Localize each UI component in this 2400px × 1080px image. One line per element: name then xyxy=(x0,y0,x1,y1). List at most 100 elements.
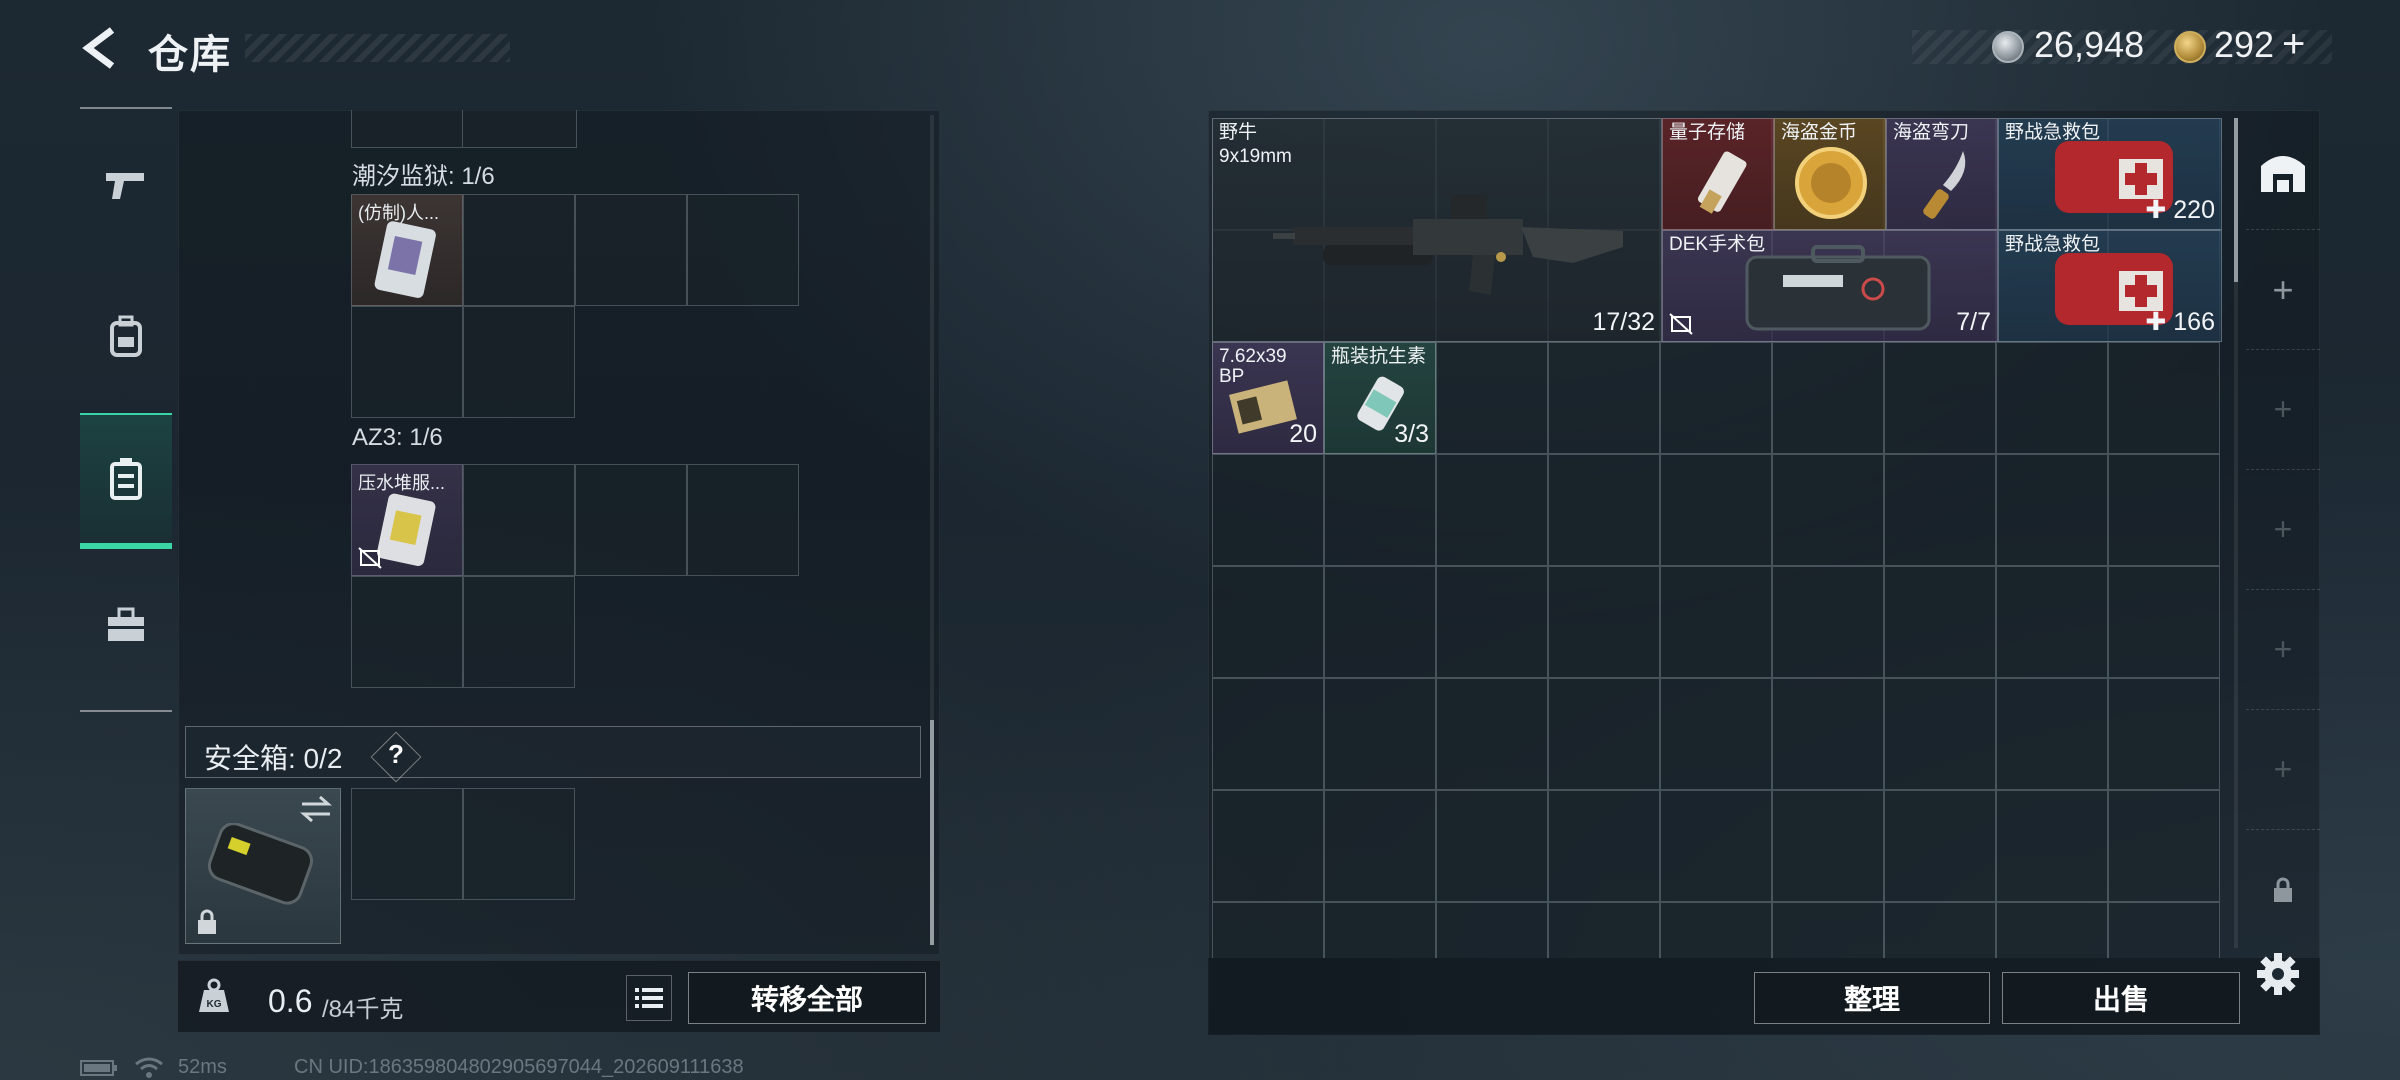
stash-grid-slot[interactable] xyxy=(1884,342,1996,454)
stash-tab-locked[interactable] xyxy=(2246,830,2320,950)
weight-icon: KG xyxy=(199,978,229,1012)
stash-grid-slot[interactable] xyxy=(1548,566,1660,678)
stash-item-rifle[interactable]: 野牛 9x19mm 17/32 xyxy=(1212,118,1662,342)
stash-tab-add[interactable]: + xyxy=(2246,350,2320,470)
grid-slot[interactable] xyxy=(463,464,575,576)
stash-grid-slot[interactable] xyxy=(1996,454,2108,566)
stash-grid-slot[interactable] xyxy=(1324,454,1436,566)
stash-item-antibiotics[interactable]: 瓶装抗生素 3/3 xyxy=(1324,342,1436,454)
stash-grid-slot[interactable] xyxy=(1436,678,1548,790)
stash-grid-slot[interactable] xyxy=(1772,790,1884,902)
transfer-all-button[interactable]: 转移全部 xyxy=(688,972,926,1024)
stash-grid-slot[interactable] xyxy=(1548,790,1660,902)
stash-item-pirate-knife[interactable]: 海盗弯刀 xyxy=(1886,118,1998,230)
grid-slot[interactable] xyxy=(351,110,463,148)
stash-tab-add[interactable]: + xyxy=(2246,590,2320,710)
stash-tab-add[interactable]: + xyxy=(2246,710,2320,830)
nav-weapons[interactable] xyxy=(80,129,172,241)
stash-grid-slot[interactable] xyxy=(1772,902,1884,958)
stash-grid-slot[interactable] xyxy=(1996,790,2108,902)
stash-grid-slot[interactable] xyxy=(2108,342,2220,454)
container-item[interactable]: (仿制)人... xyxy=(351,194,463,306)
stash-scrollbar-thumb[interactable] xyxy=(2234,118,2238,282)
stash-grid-slot[interactable] xyxy=(1436,902,1548,958)
stash-grid-slot[interactable] xyxy=(1996,566,2108,678)
stash-grid-slot[interactable] xyxy=(1772,566,1884,678)
stash-item-first-aid-kit[interactable]: 野战急救包 ✚ 220 xyxy=(1998,118,2222,230)
grid-slot[interactable] xyxy=(351,576,463,688)
grid-slot[interactable] xyxy=(687,194,799,306)
safebox-slot[interactable] xyxy=(351,788,463,900)
stash-grid-slot[interactable] xyxy=(2108,454,2220,566)
container-item[interactable]: 压水堆服... xyxy=(351,464,463,576)
stash-grid-slot[interactable] xyxy=(1212,790,1324,902)
stash-grid-slot[interactable] xyxy=(2108,566,2220,678)
stash-grid-slot[interactable] xyxy=(1660,342,1772,454)
stash-grid-slot[interactable] xyxy=(1884,454,1996,566)
stash-grid-slot[interactable] xyxy=(1212,454,1324,566)
stash-grid-slot[interactable] xyxy=(1548,454,1660,566)
stash-item-first-aid-kit[interactable]: 野战急救包 ✚ 166 xyxy=(1998,230,2222,342)
stash-grid-slot[interactable] xyxy=(2108,678,2220,790)
nav-chest-rig[interactable] xyxy=(80,413,172,549)
stash-item-ammo[interactable]: 7.62x39 BP 20 xyxy=(1212,342,1324,454)
add-currency-button[interactable]: + xyxy=(2282,22,2305,67)
list-view-button[interactable] xyxy=(626,975,672,1021)
stash-grid-slot[interactable] xyxy=(1772,678,1884,790)
gear-icon[interactable] xyxy=(2256,952,2300,996)
stash-tab-main[interactable] xyxy=(2246,110,2320,230)
grid-slot[interactable] xyxy=(351,306,463,418)
stash-grid-slot[interactable] xyxy=(1548,678,1660,790)
stash-grid-slot[interactable] xyxy=(1436,454,1548,566)
stash-grid-slot[interactable] xyxy=(1884,790,1996,902)
stash-grid-slot[interactable] xyxy=(1212,678,1324,790)
swap-icon[interactable] xyxy=(300,795,332,823)
grid-slot[interactable] xyxy=(463,576,575,688)
stash-grid-slot[interactable] xyxy=(1772,454,1884,566)
stash-grid-slot[interactable] xyxy=(1324,566,1436,678)
back-arrow-icon[interactable] xyxy=(78,26,122,70)
stash-grid-slot[interactable] xyxy=(1660,566,1772,678)
organize-button[interactable]: 整理 xyxy=(1754,972,1990,1024)
stash-grid-slot[interactable] xyxy=(1436,342,1548,454)
safebox-slot[interactable] xyxy=(463,788,575,900)
stash-grid-slot[interactable] xyxy=(1884,566,1996,678)
grid-slot[interactable] xyxy=(687,464,799,576)
stash-grid-slot[interactable] xyxy=(2108,902,2220,958)
stash-grid-slot[interactable] xyxy=(1660,790,1772,902)
stash-grid-slot[interactable] xyxy=(1996,342,2108,454)
nav-backpack[interactable] xyxy=(80,281,172,393)
stash-grid-slot[interactable] xyxy=(1436,790,1548,902)
stash-grid-slot[interactable] xyxy=(1996,678,2108,790)
left-scrollbar-thumb[interactable] xyxy=(930,720,934,945)
stash-grid-slot[interactable] xyxy=(1548,342,1660,454)
stash-grid-slot[interactable] xyxy=(1772,342,1884,454)
stash-grid-slot[interactable] xyxy=(1884,678,1996,790)
stash-grid-slot[interactable] xyxy=(1884,902,1996,958)
stash-grid-slot[interactable] xyxy=(1660,902,1772,958)
stash-grid-slot[interactable] xyxy=(1324,790,1436,902)
safebox-case[interactable] xyxy=(185,788,341,944)
stash-grid-slot[interactable] xyxy=(1660,678,1772,790)
sell-button[interactable]: 出售 xyxy=(2002,972,2240,1024)
nav-case[interactable] xyxy=(80,569,172,681)
stash-grid-slot[interactable] xyxy=(1212,566,1324,678)
stash-item-quantum-storage[interactable]: 量子存储 xyxy=(1662,118,1774,230)
stash-grid-slot[interactable] xyxy=(1548,902,1660,958)
grid-slot[interactable] xyxy=(463,194,575,306)
stash-grid-slot[interactable] xyxy=(1436,566,1548,678)
stash-grid-slot[interactable] xyxy=(1324,902,1436,958)
stash-grid-slot[interactable] xyxy=(1660,454,1772,566)
stash-tab-add[interactable]: + xyxy=(2246,470,2320,590)
grid-slot[interactable] xyxy=(575,194,687,306)
stash-item-surgical-kit[interactable]: DEK手术包 7/7 xyxy=(1662,230,1998,342)
stash-tab-add[interactable]: + xyxy=(2246,230,2320,350)
stash-grid-slot[interactable] xyxy=(1996,902,2108,958)
stash-grid-slot[interactable] xyxy=(1324,678,1436,790)
grid-slot[interactable] xyxy=(575,464,687,576)
stash-item-pirate-coin[interactable]: 海盗金币 xyxy=(1774,118,1886,230)
grid-slot[interactable] xyxy=(463,306,575,418)
stash-grid-slot[interactable] xyxy=(1212,902,1324,958)
grid-slot[interactable] xyxy=(463,110,577,148)
stash-grid-slot[interactable] xyxy=(2108,790,2220,902)
